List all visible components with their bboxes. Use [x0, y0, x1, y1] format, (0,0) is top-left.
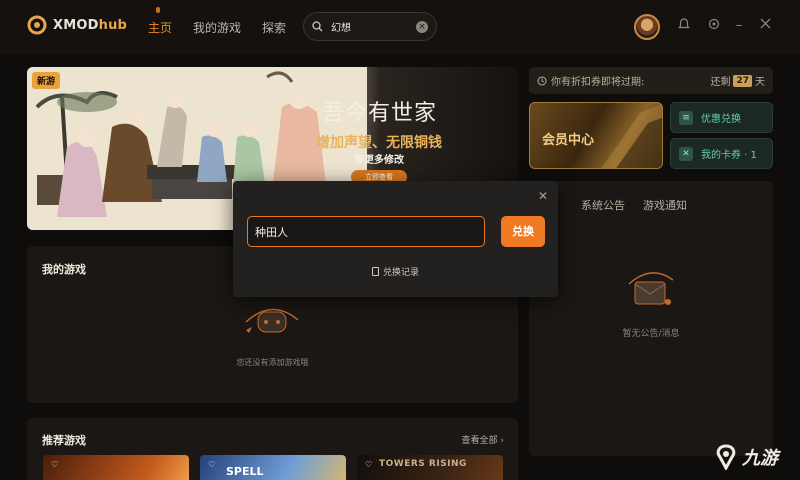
recommended-title: 推荐游戏: [42, 434, 86, 447]
jiuyou-logo-icon: [716, 444, 736, 470]
recommended-section: 推荐游戏 查看全部 › ♡ ♡ SPELL ♡ TOWERS RISING: [27, 418, 518, 480]
search-icon: [312, 21, 323, 32]
redeem-icon: ≡: [679, 110, 693, 125]
close-dialog-icon[interactable]: ✕: [537, 190, 549, 202]
clock-icon: [537, 76, 547, 85]
favorite-icon[interactable]: ♡: [208, 461, 216, 469]
user-avatar[interactable]: [634, 14, 660, 40]
banner-title: 吾今有世家: [322, 101, 438, 126]
main-nav: 主页 我的游戏 探索: [148, 7, 307, 36]
tab-system-notice[interactable]: 系统公告: [581, 197, 625, 213]
see-all-link[interactable]: 查看全部 ›: [462, 433, 505, 446]
banner-subtitle-more: 等更多修改: [354, 155, 404, 166]
watermark-text: 九游: [742, 448, 778, 469]
vip-center-label: 会员中心: [542, 133, 595, 148]
redeem-history-link[interactable]: 兑换记录: [233, 265, 558, 278]
redeem-history-label: 兑换记录: [382, 268, 419, 278]
coupon-redeem-button[interactable]: ≡ 优惠兑换: [670, 102, 773, 133]
nav-home[interactable]: 主页: [148, 7, 172, 36]
expiry-days-badge: 27: [733, 74, 752, 87]
chevron-right-icon: ›: [500, 436, 504, 446]
xmod-logo-icon: [27, 15, 47, 35]
expiry-text: 你有折扣券即将过期:: [551, 77, 645, 88]
see-all-label: 查看全部: [461, 436, 498, 446]
logo-text-hub: hub: [98, 17, 128, 33]
nav-my-games[interactable]: 我的游戏: [193, 19, 241, 36]
game-card-1[interactable]: ♡: [43, 455, 189, 480]
redeem-button[interactable]: 兑换: [501, 216, 545, 247]
notification-icon[interactable]: [676, 18, 692, 34]
nav-explore[interactable]: 探索: [262, 19, 286, 36]
expiry-prefix: 还剩: [710, 77, 731, 88]
game-card-3[interactable]: ♡ TOWERS RISING: [357, 455, 503, 480]
pin-window-icon[interactable]: [706, 18, 722, 34]
game-card-2[interactable]: ♡ SPELL: [200, 455, 346, 480]
minimize-icon[interactable]: –: [731, 18, 747, 34]
search-box[interactable]: ×: [303, 12, 437, 41]
close-window-icon[interactable]: [757, 18, 773, 34]
jiuyou-watermark: 九游: [713, 444, 778, 470]
notice-panel: 系统公告 游戏通知 暂无公告/消息: [529, 181, 773, 456]
my-coupons-label: 我的卡券 · 1: [701, 150, 757, 161]
search-input[interactable]: [331, 21, 416, 32]
empty-notice-illustration: [628, 272, 674, 305]
game-card-2-title: SPELL: [226, 465, 264, 478]
logo-text-xmod: XMOD: [53, 17, 99, 33]
tab-game-notice[interactable]: 游戏通知: [643, 197, 687, 213]
coupon-expiry-bar[interactable]: 你有折扣券即将过期: 还剩 27 天: [529, 67, 773, 94]
empty-games-text: 您还没有添加游戏哦: [236, 358, 309, 367]
app-logo[interactable]: XMODhub: [27, 15, 127, 35]
empty-games-illustration: [245, 308, 299, 333]
coupon-icon: ✕: [679, 146, 693, 161]
redeem-code-input[interactable]: [247, 216, 485, 247]
new-game-badge: 新游: [32, 72, 61, 89]
expiry-suffix: 天: [755, 77, 765, 88]
game-card-3-title: TOWERS RISING: [379, 459, 467, 469]
vip-center-card[interactable]: 会员中心: [529, 102, 663, 169]
redeem-code-dialog: ✕ 兑换 兑换记录: [233, 181, 558, 297]
document-icon: [371, 267, 379, 276]
my-coupons-button[interactable]: ✕ 我的卡券 · 1: [670, 138, 773, 169]
coupon-redeem-label: 优惠兑换: [701, 114, 741, 125]
empty-notice-text: 暂无公告/消息: [622, 329, 680, 339]
my-games-title: 我的游戏: [42, 263, 86, 276]
clear-search-icon[interactable]: ×: [416, 20, 428, 33]
banner-subtitle: 增加声望、无限铜钱: [316, 135, 442, 151]
top-bar: XMODhub 主页 我的游戏 探索 × –: [0, 0, 800, 54]
favorite-icon[interactable]: ♡: [365, 461, 373, 469]
favorite-icon[interactable]: ♡: [51, 461, 59, 469]
